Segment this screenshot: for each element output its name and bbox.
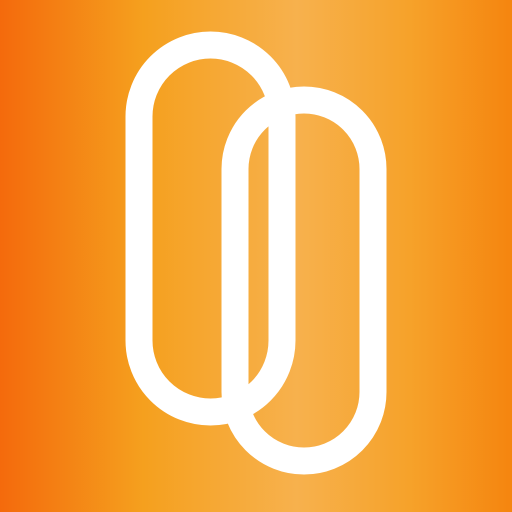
two-pill-logo-icon (0, 0, 512, 512)
app-icon (0, 0, 512, 512)
